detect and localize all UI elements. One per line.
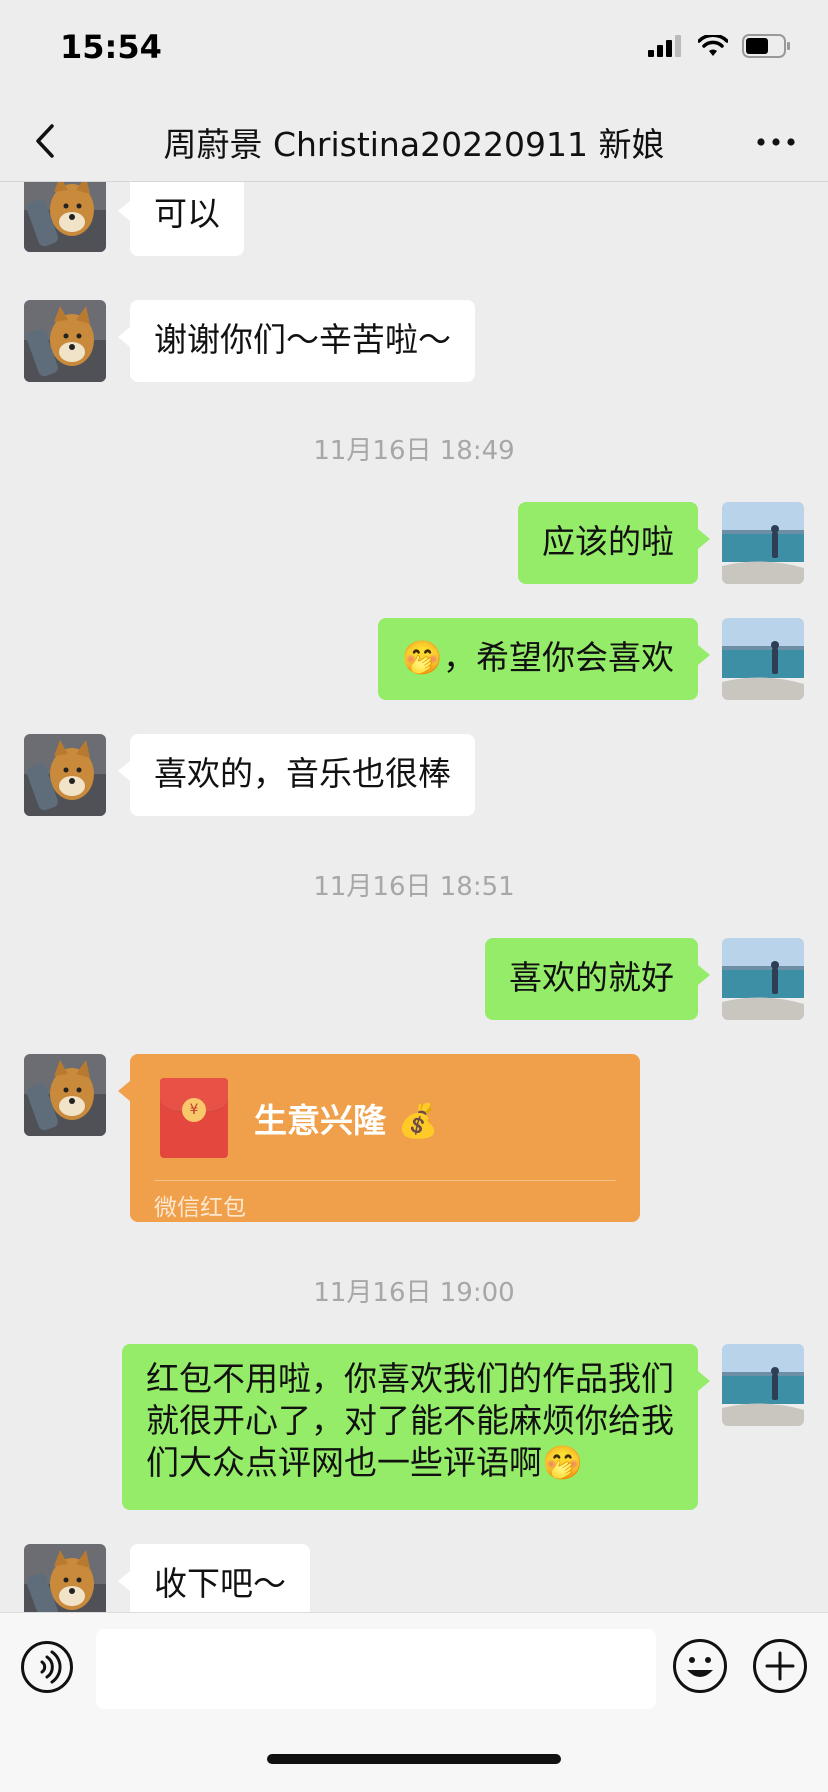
message-text: 喜欢的就好 xyxy=(509,958,674,997)
back-arrow-icon[interactable] xyxy=(26,118,66,164)
outgoing-bubble[interactable]: 应该的啦 xyxy=(518,502,710,584)
timestamp: 11月16日 19:00 xyxy=(313,1278,515,1308)
red-packet-title: 生意兴隆 💰 xyxy=(254,1101,439,1140)
message-row: 喜欢的就好 xyxy=(0,938,828,1020)
outgoing-bubble[interactable]: 🤭，希望你会喜欢 xyxy=(377,618,711,700)
message-text: 收下吧～ xyxy=(154,1564,286,1603)
message-row: 喜欢的，音乐也很棒 xyxy=(0,734,828,816)
message-text: 喜欢的，音乐也很棒 xyxy=(154,754,451,793)
message-text: 可以 xyxy=(154,194,220,233)
plus-icon[interactable] xyxy=(752,1638,808,1694)
contact-avatar[interactable] xyxy=(24,1054,106,1136)
status-bar: 15:54 xyxy=(0,0,828,100)
message-text: ，希望你会喜欢 xyxy=(443,638,674,677)
message-row: ¥ 生意兴隆 💰 微信红包 xyxy=(0,1054,828,1222)
message-input[interactable] xyxy=(96,1629,656,1709)
message-row: 谢谢你们～辛苦啦～ xyxy=(0,300,828,382)
red-packet-card[interactable]: ¥ 生意兴隆 💰 微信红包 xyxy=(118,1054,640,1222)
incoming-bubble[interactable]: 喜欢的，音乐也很棒 xyxy=(118,734,475,816)
red-packet-caption: 微信红包 xyxy=(154,1195,246,1221)
emoji: 🤭 xyxy=(401,638,443,677)
more-icon[interactable] xyxy=(754,122,798,162)
chat-title: 周蔚景 Christina20220911 新娘 xyxy=(163,125,665,164)
message-text: 应该的啦 xyxy=(542,522,674,561)
message-row: 收下吧～ xyxy=(0,1544,828,1612)
message-text: 谢谢你们～辛苦啦～ xyxy=(154,320,451,359)
message-text: 红包不用啦，你喜欢我们的作品我们就很开心了，对了能不能麻烦你给我们大众点评网也一… xyxy=(146,1359,674,1482)
wifi-icon xyxy=(698,35,728,56)
contact-avatar[interactable] xyxy=(24,182,106,252)
contact-avatar[interactable] xyxy=(24,734,106,816)
my-avatar[interactable] xyxy=(722,502,804,584)
input-bar xyxy=(0,1612,828,1792)
my-avatar[interactable] xyxy=(722,618,804,700)
my-avatar[interactable] xyxy=(722,938,804,1020)
status-icons xyxy=(648,34,792,58)
voice-icon[interactable] xyxy=(20,1640,74,1694)
incoming-bubble[interactable]: 可以 xyxy=(118,182,244,256)
status-time: 15:54 xyxy=(60,28,162,66)
chat-message-list[interactable]: 可以 谢谢你们～辛苦啦～ 11月16日 18:49 应该的啦 🤭，希望你会喜欢 … xyxy=(0,182,828,1612)
money-bag-emoji: 💰 xyxy=(397,1101,439,1140)
my-avatar[interactable] xyxy=(722,1344,804,1426)
message-row: 可以 xyxy=(0,182,828,264)
message-row: 红包不用啦，你喜欢我们的作品我们就很开心了，对了能不能麻烦你给我们大众点评网也一… xyxy=(0,1344,828,1510)
outgoing-bubble[interactable]: 红包不用啦，你喜欢我们的作品我们就很开心了，对了能不能麻烦你给我们大众点评网也一… xyxy=(122,1344,710,1510)
signal-icon xyxy=(648,35,681,57)
emoji-icon[interactable] xyxy=(672,1638,728,1694)
battery-icon xyxy=(742,34,790,58)
contact-avatar[interactable] xyxy=(24,1544,106,1612)
incoming-bubble[interactable]: 谢谢你们～辛苦啦～ xyxy=(118,300,475,382)
outgoing-bubble[interactable]: 喜欢的就好 xyxy=(485,938,710,1020)
timestamp: 11月16日 18:51 xyxy=(313,872,515,902)
divider xyxy=(154,1180,616,1181)
incoming-bubble[interactable]: 收下吧～ xyxy=(118,1544,310,1612)
emoji: 🤭 xyxy=(542,1443,584,1482)
home-indicator xyxy=(267,1754,561,1764)
red-packet-icon: ¥ xyxy=(160,1078,228,1158)
message-row: 应该的啦 xyxy=(0,502,828,584)
timestamp: 11月16日 18:49 xyxy=(313,436,515,466)
message-row: 🤭，希望你会喜欢 xyxy=(0,618,828,700)
chat-header: 周蔚景 Christina20220911 新娘 xyxy=(0,100,828,182)
contact-avatar[interactable] xyxy=(24,300,106,382)
